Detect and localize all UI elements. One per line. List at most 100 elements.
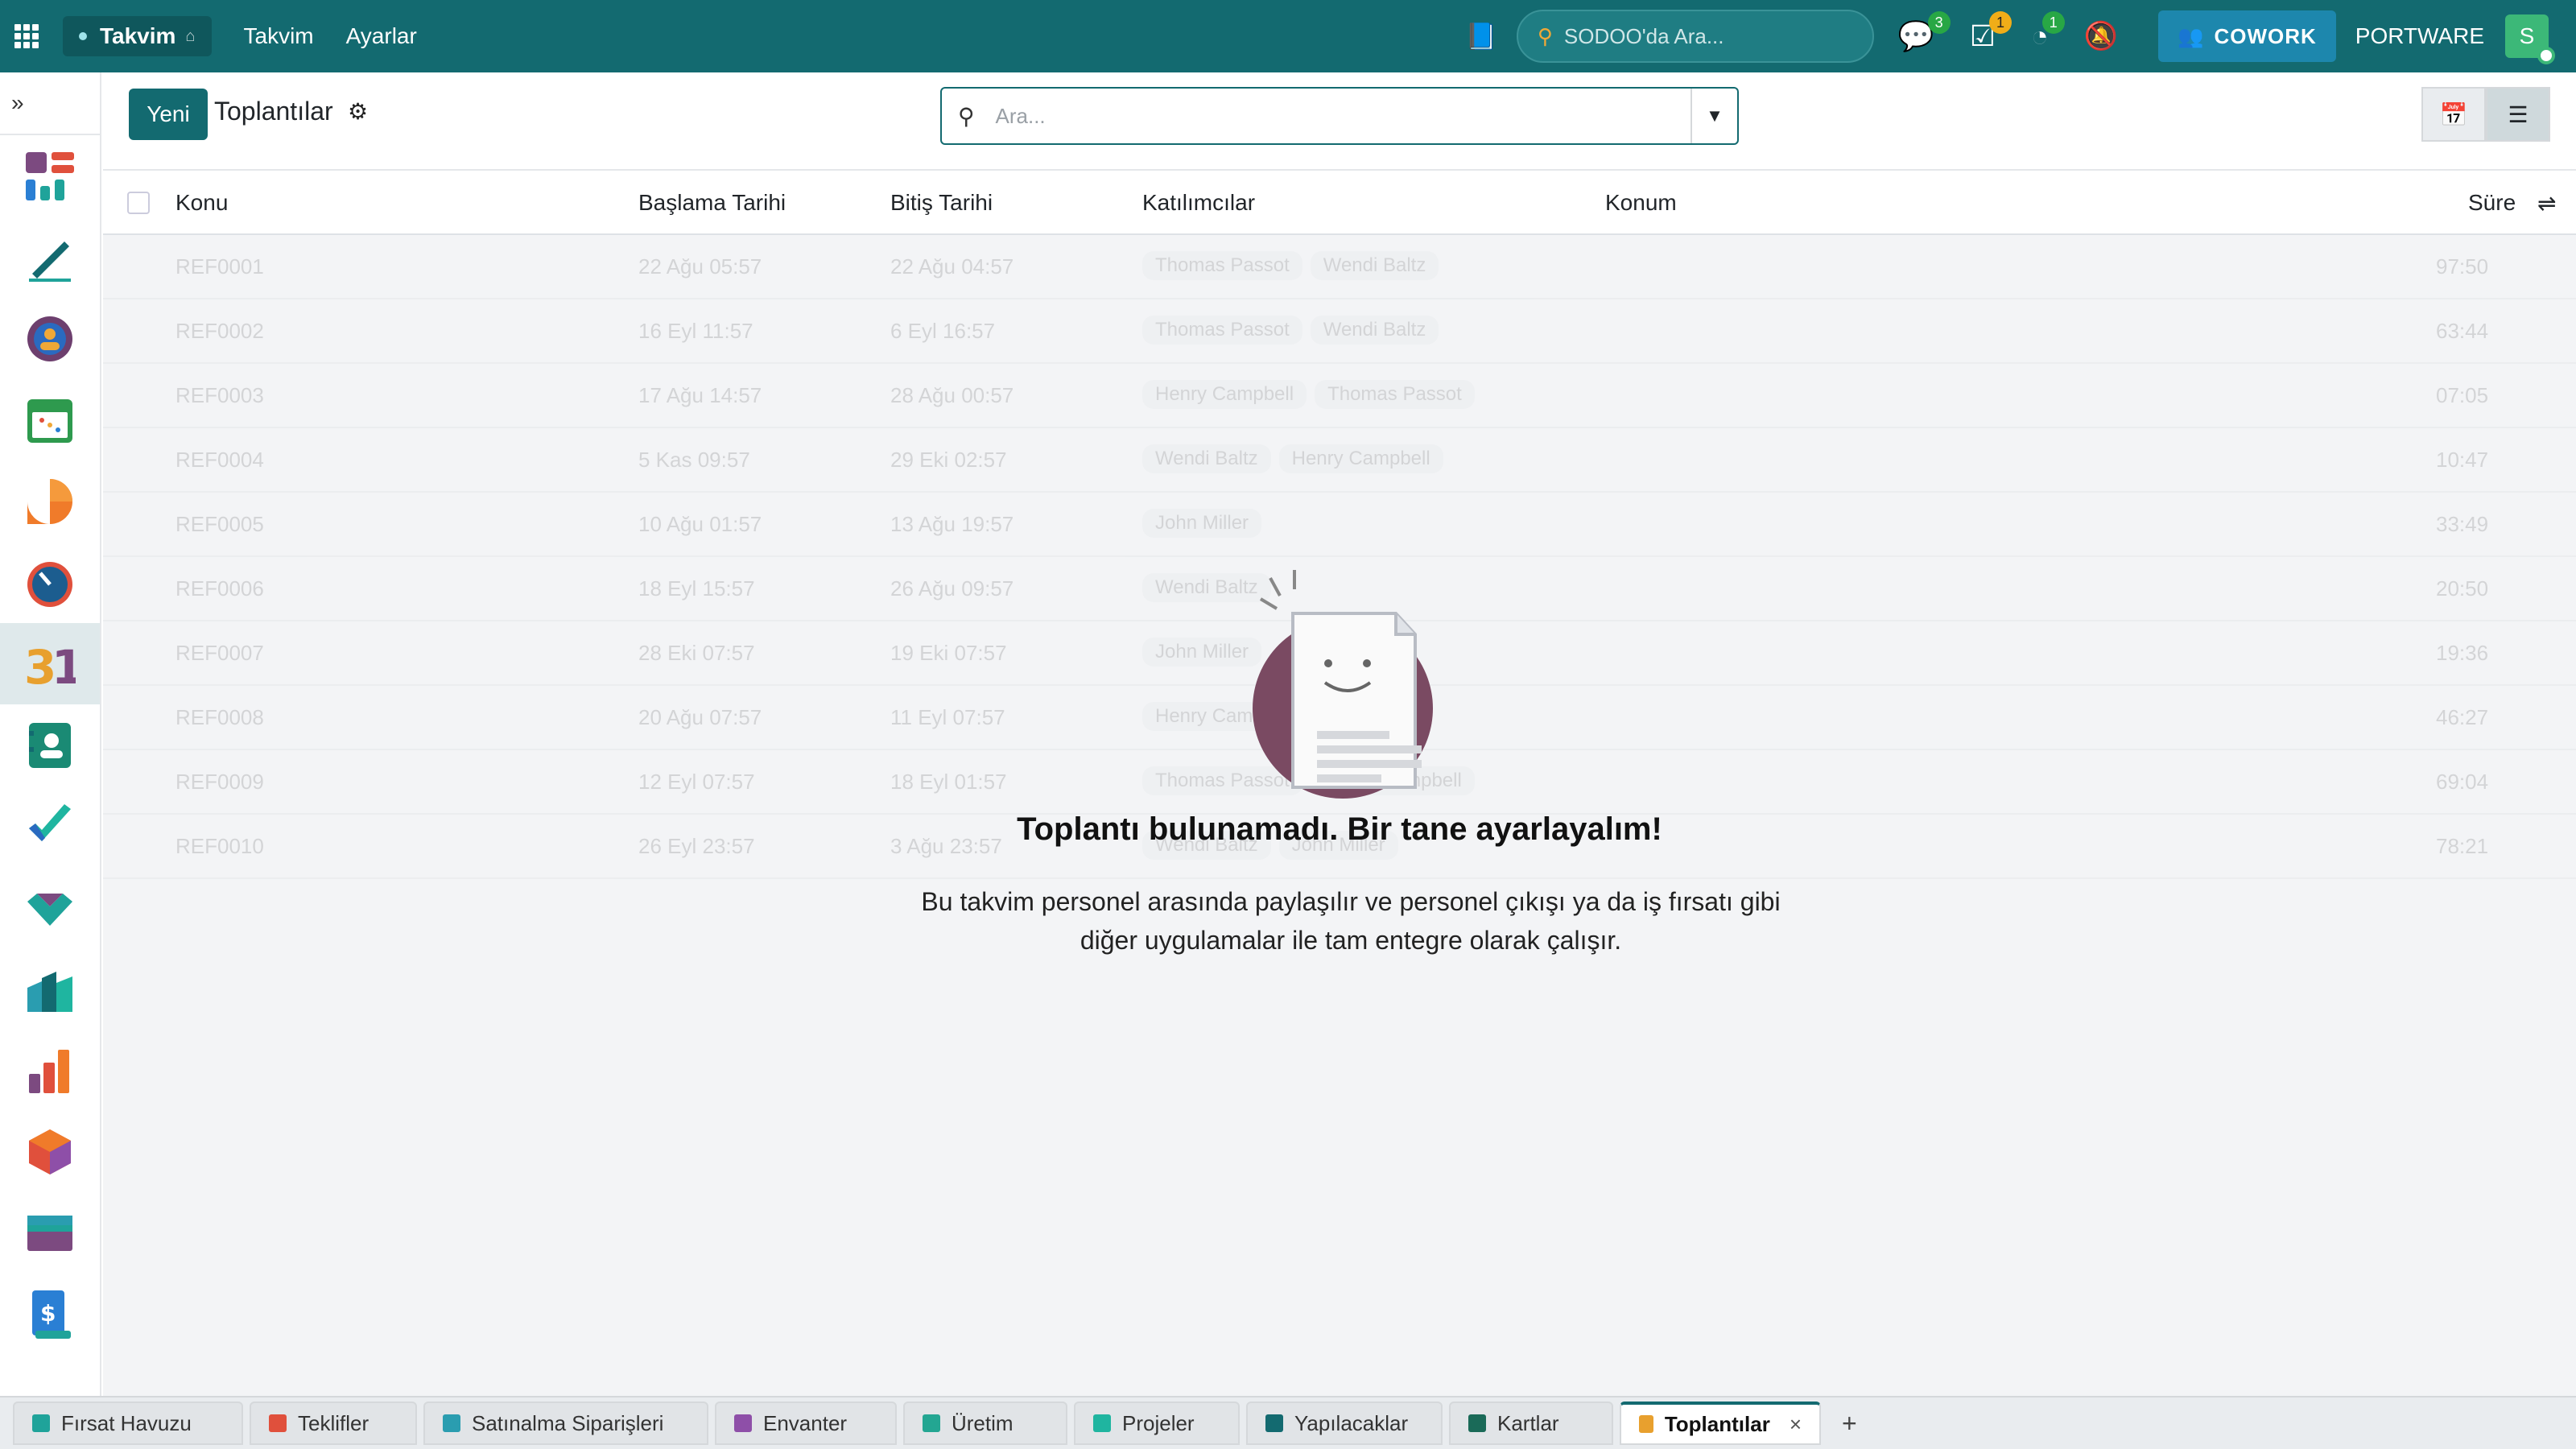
tab-app-icon [1468, 1414, 1486, 1432]
sidebar-app-invoicing[interactable]: $ [0, 1274, 100, 1355]
tab-8[interactable]: Toplantılar × [1620, 1402, 1821, 1445]
calendar-view-icon[interactable]: 📅 [2421, 87, 2486, 142]
sidebar-app-dashboard[interactable] [0, 135, 100, 217]
cell-ref: REF0006 [175, 576, 264, 601]
cowork-button[interactable]: 👥 COWORK [2158, 10, 2336, 62]
column-settings-icon[interactable]: ⇌ [2537, 190, 2556, 217]
attendee-tag: Henry Campbell [1278, 444, 1443, 473]
add-tab-icon[interactable]: + [1842, 1409, 1857, 1439]
close-tab-icon[interactable]: × [1790, 1412, 1802, 1437]
tab-0[interactable]: Fırsat Havuzu [13, 1402, 243, 1445]
table-row[interactable]: REF0001 22 Ağu 05:57 22 Ağu 04:57 97:50 Thom… [103, 235, 2576, 299]
view-switcher: 📅 ☰ [2421, 87, 2550, 142]
attendee-tag: Wendi Baltz [1310, 316, 1439, 345]
contact-card-icon [29, 722, 71, 768]
cell-duration: 07:05 [2436, 383, 2489, 407]
sidebar-app-purchase[interactable] [0, 1192, 100, 1274]
sidebar-app-discuss[interactable] [0, 460, 100, 542]
team-icon [27, 316, 72, 361]
cell-end: 6 Eyl 16:57 [890, 319, 996, 343]
attendee-tag: John Miller [1142, 509, 1262, 538]
col-katilimcilar[interactable]: Katılımcılar [1142, 190, 1255, 216]
apps-menu-icon[interactable] [14, 24, 39, 48]
tab-label: Fırsat Havuzu [61, 1410, 192, 1435]
empty-title: Toplantı bulunamadı. Bir tane ayarlayalı… [1017, 811, 1662, 847]
cell-end: 13 Ağu 19:57 [890, 512, 1014, 536]
table-row[interactable]: REF0003 17 Ağu 14:57 28 Ağu 00:57 07:05 Henr… [103, 364, 2576, 428]
cell-duration: 97:50 [2436, 254, 2489, 279]
attendee-tag: John Miller [1142, 638, 1262, 667]
users-icon: 👥 [2178, 23, 2205, 48]
sidebar-app-contacts[interactable] [0, 704, 100, 786]
col-baslama[interactable]: Başlama Tarihi [638, 190, 786, 216]
list-view-icon[interactable]: ☰ [2486, 87, 2550, 142]
company-switcher[interactable]: PORTWARE [2355, 23, 2484, 49]
sidebar-app-manufacturing[interactable] [0, 948, 100, 1030]
cell-start: 16 Eyl 11:57 [638, 319, 753, 343]
table-row[interactable]: REF0002 16 Eyl 11:57 6 Eyl 16:57 63:44 Thoma… [103, 299, 2576, 364]
select-all-checkbox[interactable] [127, 192, 150, 214]
cell-duration: 20:50 [2436, 576, 2489, 601]
sidebar-app-timesheet[interactable] [0, 542, 100, 623]
user-avatar[interactable]: S [2505, 14, 2555, 64]
timer-icon[interactable]: ◔ 1 [2031, 11, 2065, 53]
sidebar-app-inventory[interactable] [0, 1111, 100, 1192]
tab-app-icon [32, 1414, 50, 1432]
gear-icon[interactable]: ⚙ [348, 98, 368, 125]
tab-7[interactable]: Kartlar [1449, 1402, 1613, 1445]
search-input[interactable]: ⚲ Ara... ▼ [940, 87, 1739, 145]
tab-label: Satınalma Siparişleri [472, 1410, 664, 1435]
sidebar-app-project[interactable] [0, 786, 100, 867]
menu-takvim[interactable]: Takvim [244, 23, 314, 49]
sidebar-app-calendar[interactable]: 3 1 [0, 623, 100, 704]
app-dot-icon [79, 32, 87, 40]
col-bitis[interactable]: Bitiş Tarihi [890, 190, 993, 216]
sidebar-app-sales[interactable] [0, 1030, 100, 1111]
cell-end: 19 Eki 07:57 [890, 641, 1007, 665]
tab-label: Toplantılar [1664, 1411, 1770, 1436]
current-app-chip[interactable]: Takvim ⌂ [63, 16, 212, 56]
expand-sidebar-icon[interactable]: » [0, 72, 100, 135]
tab-1[interactable]: Teklifler [250, 1402, 417, 1445]
menu-ayarlar[interactable]: Ayarlar [346, 23, 417, 49]
tab-2[interactable]: Satınalma Siparişleri [423, 1402, 708, 1445]
tab-label: Teklifler [298, 1410, 369, 1435]
cell-ref: REF0005 [175, 512, 264, 536]
caret-down-icon[interactable]: ▼ [1690, 89, 1737, 143]
tab-app-icon [1639, 1415, 1653, 1433]
col-sure[interactable]: Süre [2468, 190, 2516, 216]
empty-document-icon [1253, 570, 1433, 799]
empty-description: Bu takvim personel arasında paylaşılır v… [921, 887, 1781, 955]
activities-icon[interactable]: ☑ 1 [1970, 11, 2012, 53]
tab-4[interactable]: Üretim [903, 1402, 1067, 1445]
cell-end: 11 Eyl 07:57 [890, 705, 1005, 729]
book-icon[interactable]: 📘 [1465, 21, 1497, 52]
sidebar-app-notes[interactable] [0, 217, 100, 298]
search-placeholder: Ara... [995, 103, 1046, 128]
cell-ref: REF0001 [175, 254, 264, 279]
sidebar-app-calendar-events[interactable] [0, 379, 100, 460]
sidebar-app-team[interactable] [0, 298, 100, 379]
col-konu[interactable]: Konu [175, 190, 228, 216]
attendee-tag: Henry Campbell [1142, 380, 1307, 409]
global-search-input[interactable]: ⚲ SODOO'da Ara... [1516, 10, 1874, 63]
col-konum[interactable]: Konum [1605, 190, 1677, 216]
sidebar-app-crm[interactable] [0, 867, 100, 948]
tab-app-icon [443, 1414, 460, 1432]
factory-icon [27, 971, 72, 1012]
global-search-placeholder: SODOO'da Ara... [1563, 23, 1724, 48]
table-row[interactable]: REF0004 5 Kas 09:57 29 Eki 02:57 10:47 Wendi… [103, 428, 2576, 493]
messages-icon[interactable]: 💬 3 [1898, 11, 1951, 53]
cell-end: 29 Eki 02:57 [890, 448, 1007, 472]
cell-end: 22 Ağu 04:57 [890, 254, 1014, 279]
new-button[interactable]: Yeni [129, 89, 208, 140]
tab-label: Yapılacaklar [1294, 1410, 1409, 1435]
app-name: Takvim [100, 23, 176, 48]
page-title: Toplantılar [214, 97, 333, 126]
tab-3[interactable]: Envanter [715, 1402, 897, 1445]
tab-5[interactable]: Projeler [1074, 1402, 1240, 1445]
bell-off-icon[interactable]: 🔕 [2084, 20, 2118, 52]
cell-duration: 63:44 [2436, 319, 2489, 343]
table-row[interactable]: REF0005 10 Ağu 01:57 13 Ağu 19:57 33:49 John… [103, 493, 2576, 557]
tab-6[interactable]: Yapılacaklar [1246, 1402, 1443, 1445]
